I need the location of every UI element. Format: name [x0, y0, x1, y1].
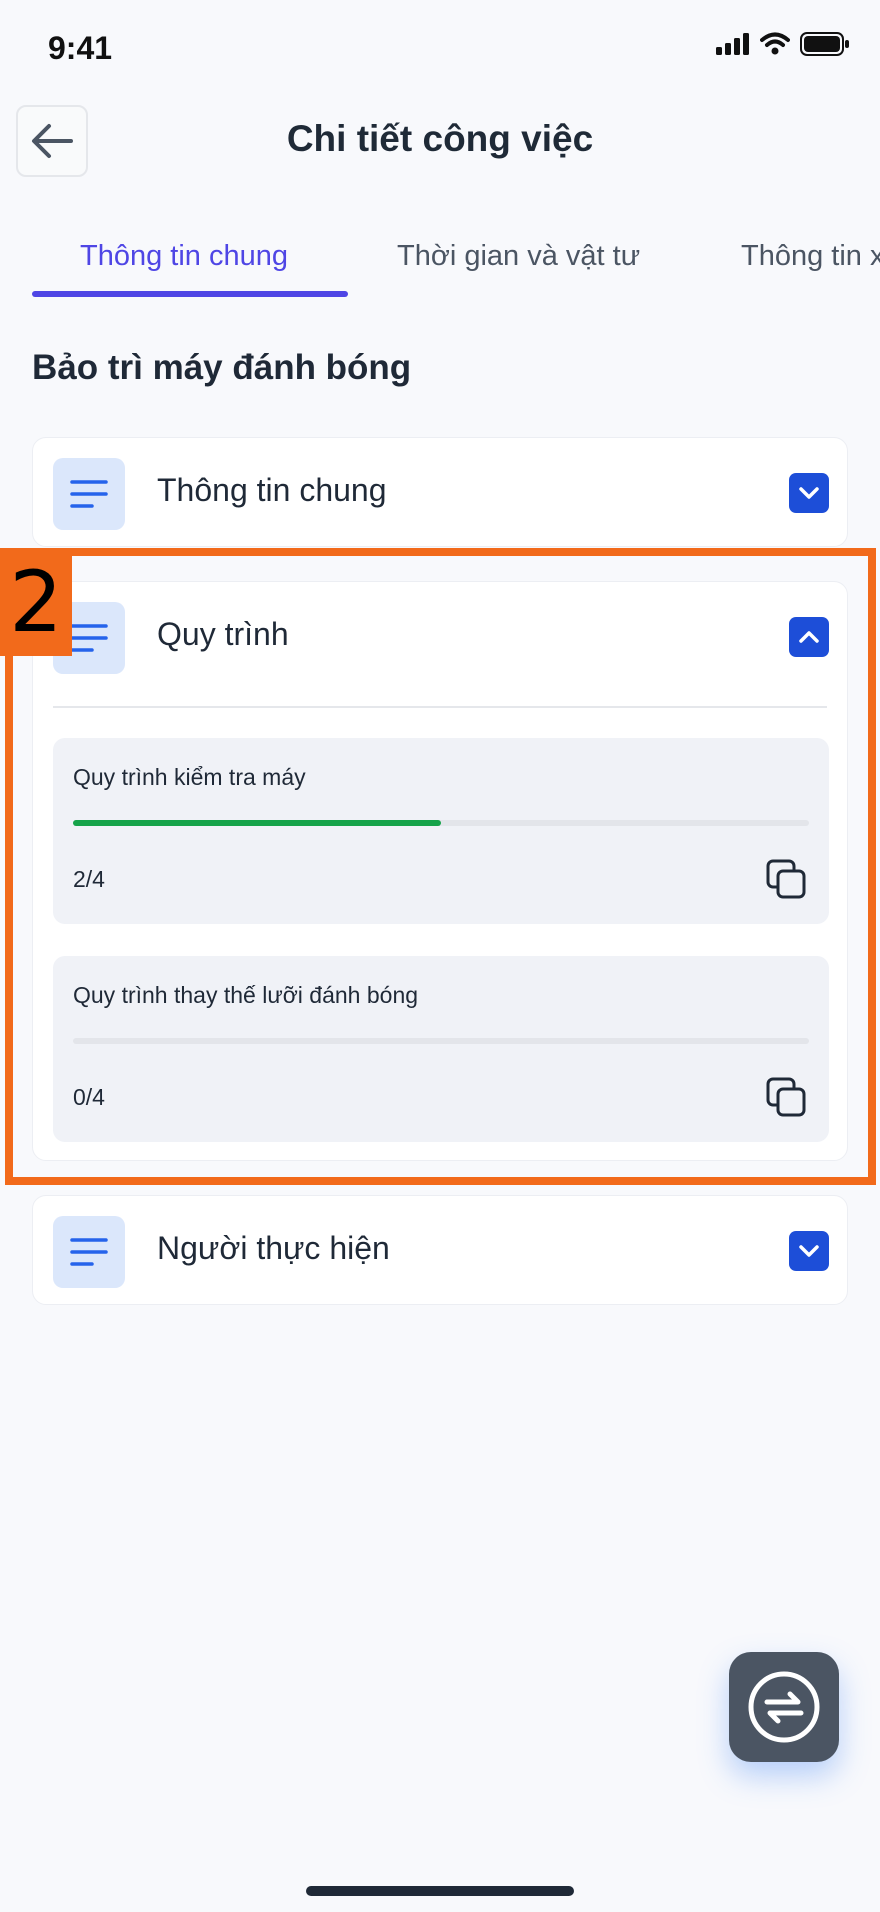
procedure-count: 2/4 [73, 866, 105, 892]
procedure-name: Quy trình thay thế lưỡi đánh bóng [73, 982, 419, 1008]
tab-general-info[interactable]: Thông tin chung [80, 240, 288, 273]
section-header[interactable]: Người thực hiện [33, 1196, 847, 1306]
tab-bar: Thông tin chung Thời gian và vật tư Thôn… [0, 240, 880, 300]
sync-button[interactable] [729, 1652, 839, 1762]
expand-button[interactable] [789, 473, 829, 513]
section-general-info[interactable]: Thông tin chung [32, 437, 848, 547]
wifi-icon [760, 32, 790, 55]
home-indicator [306, 1886, 574, 1896]
section-header[interactable]: Thông tin chung [33, 438, 847, 548]
section-assignees[interactable]: Người thực hiện [32, 1195, 848, 1305]
tab-more-info[interactable]: Thông tin x [741, 240, 880, 273]
page-title: Chi tiết công việc [286, 118, 594, 159]
menu-lines-icon [53, 458, 125, 530]
section-label: Thông tin chung [157, 472, 387, 508]
progress-track [73, 1038, 809, 1044]
divider [53, 706, 827, 708]
procedure-item[interactable]: Quy trình thay thế lưỡi đánh bóng 0/4 [53, 956, 829, 1142]
sync-icon [748, 1671, 820, 1743]
job-title: Bảo trì máy đánh bóng [32, 348, 412, 387]
chevron-down-icon [799, 487, 819, 499]
progress-track [73, 820, 809, 826]
status-icons [716, 32, 850, 56]
section-header[interactable]: Quy trình [33, 582, 847, 692]
annotation-badge: 2 [0, 548, 72, 656]
section-label: Người thực hiện [157, 1230, 390, 1266]
chevron-down-icon [799, 1245, 819, 1257]
procedure-name: Quy trình kiểm tra máy [73, 764, 306, 790]
procedure-count: 0/4 [73, 1084, 105, 1110]
menu-lines-icon [53, 1216, 125, 1288]
copy-icon[interactable] [765, 858, 809, 902]
section-label: Quy trình [157, 616, 289, 652]
tab-time-materials[interactable]: Thời gian và vật tư [397, 240, 640, 273]
progress-fill [73, 820, 441, 826]
copy-icon[interactable] [765, 1076, 809, 1120]
active-tab-indicator [32, 291, 348, 297]
procedure-item[interactable]: Quy trình kiểm tra máy 2/4 [53, 738, 829, 924]
collapse-button[interactable] [789, 617, 829, 657]
job-detail-screen: 9:41 Chi tiết công việc Thông tin chung … [0, 0, 880, 1912]
chevron-up-icon [799, 631, 819, 643]
signal-icon [716, 33, 749, 55]
section-procedures: Quy trình Quy trình kiểm tra máy 2/4 Quy… [32, 581, 848, 1161]
status-time: 9:41 [48, 30, 113, 66]
battery-icon [800, 32, 849, 56]
expand-button[interactable] [789, 1231, 829, 1271]
